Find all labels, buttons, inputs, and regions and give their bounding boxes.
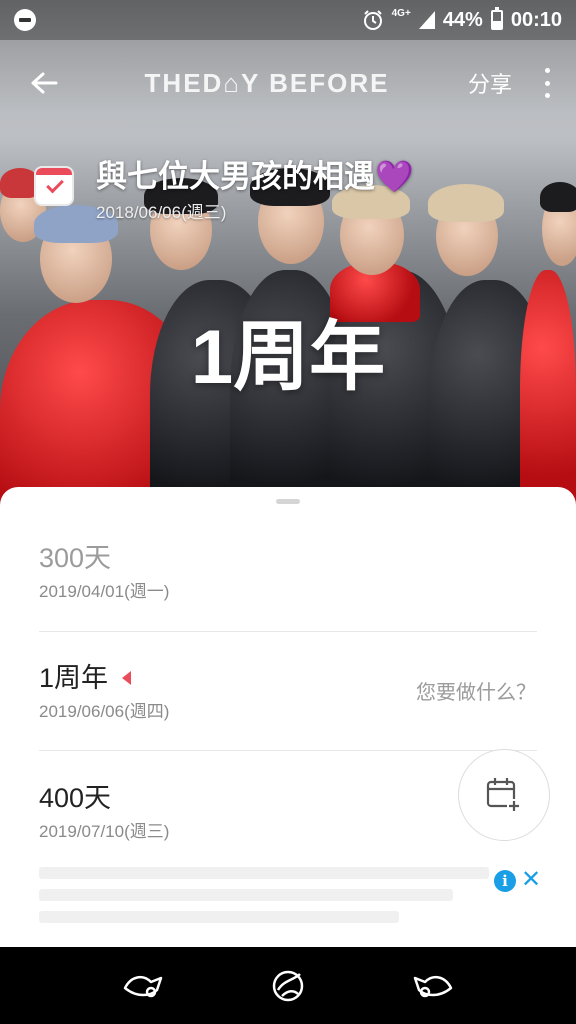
more-vert-icon-dot bbox=[544, 80, 550, 86]
nav-home-button[interactable] bbox=[260, 958, 316, 1014]
nav-recent-icon bbox=[414, 975, 453, 997]
event-info: 與七位大男孩的相遇💜 2018/06/06(週三) bbox=[96, 158, 414, 223]
signal-icon bbox=[418, 11, 435, 29]
back-button[interactable] bbox=[22, 61, 66, 105]
event-title: 與七位大男孩的相遇💜 bbox=[96, 158, 414, 196]
more-vert-icon-dot bbox=[544, 93, 550, 98]
event-date: 2018/06/06(週三) bbox=[96, 203, 227, 222]
ad-banner[interactable] bbox=[39, 867, 489, 937]
app-header: THED⌂Y BEFORE 分享 bbox=[0, 40, 576, 126]
share-button[interactable]: 分享 bbox=[468, 67, 512, 99]
header-actions: 分享 bbox=[468, 67, 554, 99]
app-logo: THED⌂Y BEFORE bbox=[144, 67, 390, 98]
ad-close-icon[interactable]: ✕ bbox=[520, 868, 542, 892]
hero-milestone-label: 1周年 bbox=[190, 315, 386, 400]
dnd-icon bbox=[14, 9, 36, 31]
current-marker-icon bbox=[122, 671, 132, 685]
event-title-block: 與七位大男孩的相遇💜 2018/06/06(週三) bbox=[34, 158, 414, 223]
nav-home-icon bbox=[272, 970, 304, 1001]
what-to-do-prompt[interactable]: 您要做什么？ bbox=[416, 676, 536, 705]
hero-hair bbox=[540, 182, 576, 212]
ad-info-icon[interactable]: i bbox=[494, 870, 516, 892]
battery-percent: 44% bbox=[442, 8, 483, 31]
calendar-check-icon bbox=[34, 166, 74, 206]
status-right: 4G+ 44% 00:10 bbox=[362, 7, 562, 32]
divider bbox=[39, 750, 537, 751]
nav-back-icon bbox=[123, 975, 162, 997]
battery-icon bbox=[490, 7, 503, 30]
alarm-icon bbox=[363, 10, 382, 30]
navigation-bar bbox=[0, 947, 576, 1024]
milestone-title: 300天 bbox=[39, 541, 537, 575]
more-vert-icon bbox=[544, 68, 550, 73]
network-type: 4G+ bbox=[391, 8, 411, 19]
clock: 00:10 bbox=[510, 8, 562, 31]
back-arrow-icon bbox=[31, 72, 58, 94]
add-event-button[interactable] bbox=[458, 749, 550, 841]
drag-handle[interactable] bbox=[276, 499, 300, 504]
nav-back-button[interactable] bbox=[115, 958, 171, 1014]
nav-recent-button[interactable] bbox=[405, 958, 461, 1014]
calendar-add-icon bbox=[486, 778, 521, 813]
milestone-title-text: 300天 bbox=[39, 543, 112, 573]
milestone-title-text: 1周年 bbox=[39, 663, 109, 693]
event-title-text: 與七位大男孩的相遇 bbox=[96, 159, 375, 194]
status-left bbox=[14, 9, 36, 31]
milestone-date: 2019/04/01(週一) bbox=[39, 582, 170, 601]
purple-heart-emoji: 💜 bbox=[375, 159, 414, 194]
more-menu-button[interactable] bbox=[540, 68, 554, 98]
hero-hair bbox=[428, 184, 504, 222]
divider bbox=[39, 631, 537, 632]
milestones-sheet: 300天 2019/04/01(週一) 1周年 2019/06/06(週四) 您… bbox=[0, 487, 576, 947]
milestone-date: 2019/07/10(週三) bbox=[39, 822, 170, 841]
milestone-row[interactable]: 300天 2019/04/01(週一) bbox=[39, 541, 537, 602]
status-bar: 4G+ 44% 00:10 bbox=[0, 0, 576, 40]
milestone-title-text: 400天 bbox=[39, 783, 112, 813]
